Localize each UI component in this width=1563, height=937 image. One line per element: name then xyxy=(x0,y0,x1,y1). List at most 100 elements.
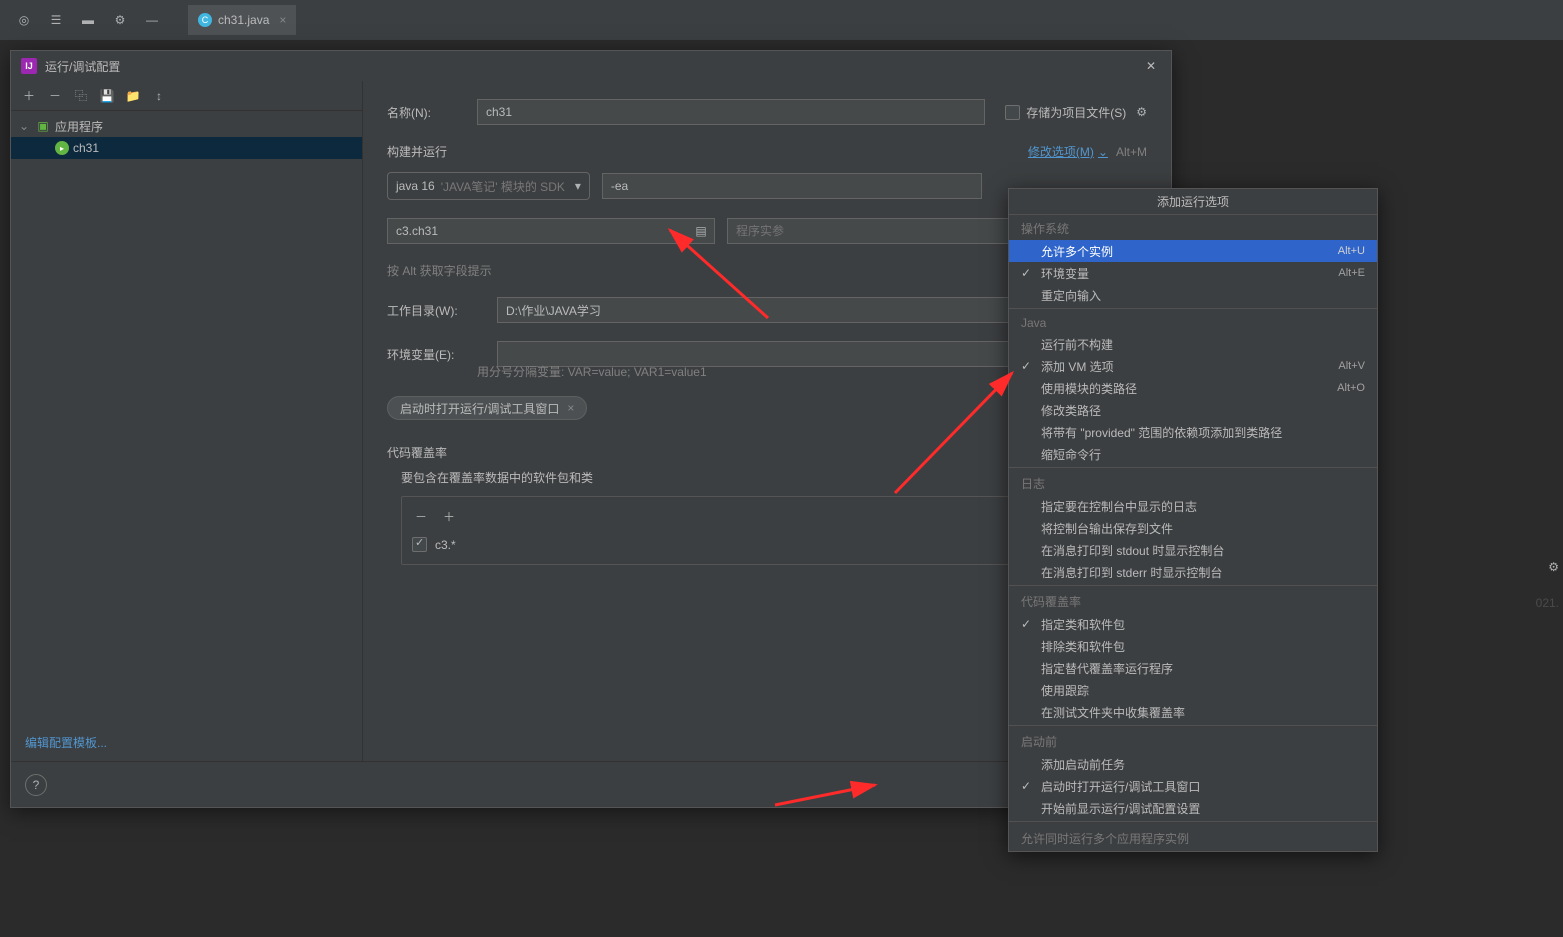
popup-item-shorten-cmdline[interactable]: 缩短命令行 xyxy=(1009,443,1377,465)
popup-item-redirect-input[interactable]: 重定向输入 xyxy=(1009,284,1377,306)
checkbox-icon xyxy=(1005,105,1020,120)
bar-icon[interactable]: ▬ xyxy=(76,8,100,32)
coverage-item-label: c3.* xyxy=(435,538,456,552)
popup-item-provided-deps[interactable]: 将带有 "provided" 范围的依赖项添加到类路径 xyxy=(1009,421,1377,443)
popup-item-alt-runner[interactable]: 指定替代覆盖率运行程序 xyxy=(1009,657,1377,679)
remove-icon[interactable]: － xyxy=(45,86,65,106)
popup-item-collect-test-coverage[interactable]: 在测试文件夹中收集覆盖率 xyxy=(1009,701,1377,723)
add-run-options-popup: 添加运行选项 操作系统 允许多个实例 Alt+U ✓ 环境变量 Alt+E 重定… xyxy=(1008,188,1378,852)
remove-icon[interactable]: － xyxy=(412,507,430,525)
java-app-icon: ▸ xyxy=(55,141,69,155)
sdk-selector[interactable]: java 16 'JAVA笔记' 模块的 SDK ▾ xyxy=(387,172,590,200)
popup-item-show-stdout[interactable]: 在消息打印到 stdout 时显示控制台 xyxy=(1009,539,1377,561)
main-class-input[interactable] xyxy=(387,218,715,244)
check-icon: ✓ xyxy=(1021,617,1035,631)
popup-section-log: 日志 xyxy=(1009,470,1377,495)
main-toolbar: ◎ ☰ ▬ ⚙ — C ch31.java × xyxy=(0,0,1563,40)
config-tree: ⌄ ▣ 应用程序 ▸ ch31 xyxy=(11,111,362,761)
check-icon: ✓ xyxy=(1021,779,1035,793)
tag-label: 启动时打开运行/调试工具窗口 xyxy=(400,400,559,417)
dialog-footer: ? 确定 xyxy=(11,761,1171,807)
workdir-input[interactable] xyxy=(497,297,1057,323)
java-class-icon: C xyxy=(198,13,212,27)
edit-templates-link[interactable]: 编辑配置模板... xyxy=(25,734,107,751)
run-debug-config-dialog: IJ 运行/调试配置 ✕ ＋ － ⿻ 💾 📁 ↕ ⌄ ▣ 应用程序 ▸ xyxy=(10,50,1172,808)
section-header-label: 构建并运行 xyxy=(387,143,447,160)
add-icon[interactable]: ＋ xyxy=(440,507,458,525)
stack-icon[interactable]: ☰ xyxy=(44,8,68,32)
dialog-titlebar[interactable]: IJ 运行/调试配置 ✕ xyxy=(11,51,1171,81)
dialog-title: 运行/调试配置 xyxy=(45,58,1141,75)
close-icon[interactable]: × xyxy=(279,13,286,27)
chevron-down-icon: ⌄ xyxy=(19,119,31,133)
store-as-project-label: 存储为项目文件(S) xyxy=(1026,104,1126,121)
name-input[interactable] xyxy=(477,99,985,125)
config-tree-panel: ＋ － ⿻ 💾 📁 ↕ ⌄ ▣ 应用程序 ▸ ch31 编辑配置模板... xyxy=(11,81,363,761)
popup-item-specify-classes[interactable]: ✓指定类和软件包 xyxy=(1009,613,1377,635)
remove-tag-icon[interactable]: × xyxy=(567,401,574,415)
save-icon[interactable]: 💾 xyxy=(97,86,117,106)
program-args-input[interactable] xyxy=(727,218,1015,244)
popup-item-save-console[interactable]: 将控制台输出保存到文件 xyxy=(1009,517,1377,539)
popup-item-use-module-classpath[interactable]: 使用模块的类路径 Alt+O xyxy=(1009,377,1377,399)
popup-section-os: 操作系统 xyxy=(1009,215,1377,240)
popup-item-no-build[interactable]: 运行前不构建 xyxy=(1009,333,1377,355)
check-icon: ✓ xyxy=(1021,266,1035,280)
env-label: 环境变量(E): xyxy=(387,346,487,363)
coverage-packages-box: － ＋ c3.* xyxy=(401,496,1009,565)
file-tab-label: ch31.java xyxy=(218,13,269,27)
popup-item-add-vm-options[interactable]: ✓ 添加 VM 选项 Alt+V xyxy=(1009,355,1377,377)
popup-item-add-before-task[interactable]: 添加启动前任务 xyxy=(1009,753,1377,775)
popup-item-open-tool-window[interactable]: ✓启动时打开运行/调试工具窗口 xyxy=(1009,775,1377,797)
before-launch-tag[interactable]: 启动时打开运行/调试工具窗口 × xyxy=(387,396,587,420)
popup-section-before: 启动前 xyxy=(1009,728,1377,753)
popup-title: 添加运行选项 xyxy=(1009,189,1377,215)
bg-year: 021. xyxy=(1536,596,1559,610)
popup-item-modify-classpath[interactable]: 修改类路径 xyxy=(1009,399,1377,421)
tree-node-ch31[interactable]: ▸ ch31 xyxy=(11,137,362,159)
name-label: 名称(N): xyxy=(387,104,467,121)
popup-item-use-tracing[interactable]: 使用跟踪 xyxy=(1009,679,1377,701)
build-run-header: 构建并运行 修改选项(M) ⌄ Alt+M xyxy=(387,143,1147,160)
tree-node-label: 应用程序 xyxy=(55,118,103,135)
target-icon[interactable]: ◎ xyxy=(12,8,36,32)
tree-toolbar: ＋ － ⿻ 💾 📁 ↕ xyxy=(11,81,362,111)
add-icon[interactable]: ＋ xyxy=(19,86,39,106)
browse-class-icon[interactable]: ▤ xyxy=(693,223,709,239)
popup-item-show-stderr[interactable]: 在消息打印到 stderr 时显示控制台 xyxy=(1009,561,1377,583)
intellij-icon: IJ xyxy=(21,58,37,74)
checkbox-checked-icon[interactable] xyxy=(412,537,427,552)
application-icon: ▣ xyxy=(35,118,51,134)
popup-item-env-vars[interactable]: ✓ 环境变量 Alt+E xyxy=(1009,262,1377,284)
workdir-label: 工作目录(W): xyxy=(387,302,487,319)
store-as-project-checkbox[interactable]: 存储为项目文件(S) ⚙ xyxy=(1005,104,1147,121)
popup-item-specify-logs[interactable]: 指定要在控制台中显示的日志 xyxy=(1009,495,1377,517)
close-button[interactable]: ✕ xyxy=(1141,56,1161,76)
tree-node-label: ch31 xyxy=(73,141,99,155)
coverage-item-row[interactable]: c3.* xyxy=(412,535,998,554)
shortcut-hint: Alt+M xyxy=(1116,145,1147,159)
popup-item-exclude-classes[interactable]: 排除类和软件包 xyxy=(1009,635,1377,657)
sdk-description: 'JAVA笔记' 模块的 SDK xyxy=(441,178,565,195)
popup-item-show-before-launch[interactable]: 开始前显示运行/调试配置设置 xyxy=(1009,797,1377,819)
folder-icon[interactable]: 📁 xyxy=(123,86,143,106)
sdk-version: java 16 xyxy=(396,179,435,193)
popup-section-coverage: 代码覆盖率 xyxy=(1009,588,1377,613)
help-button[interactable]: ? xyxy=(25,774,47,796)
chevron-down-icon: ⌄ xyxy=(1098,145,1108,159)
copy-icon[interactable]: ⿻ xyxy=(71,86,91,106)
sort-icon[interactable]: ↕ xyxy=(149,86,169,106)
gear-icon[interactable]: ⚙ xyxy=(108,8,132,32)
tree-node-application[interactable]: ⌄ ▣ 应用程序 xyxy=(11,115,362,137)
modify-options-link[interactable]: 修改选项(M) ⌄ xyxy=(1028,143,1108,160)
check-icon: ✓ xyxy=(1021,359,1035,373)
popup-item-allow-multiple[interactable]: 允许多个实例 Alt+U xyxy=(1009,240,1377,262)
minimize-icon[interactable]: — xyxy=(140,8,164,32)
editor-tabs: C ch31.java × xyxy=(188,5,296,35)
file-tab-ch31[interactable]: C ch31.java × xyxy=(188,5,296,35)
gear-icon[interactable]: ⚙ xyxy=(1548,560,1559,574)
popup-description: 允许同时运行多个应用程序实例 xyxy=(1009,824,1377,851)
vm-options-input[interactable] xyxy=(602,173,982,199)
popup-section-java: Java xyxy=(1009,311,1377,333)
gear-icon[interactable]: ⚙ xyxy=(1136,105,1147,119)
